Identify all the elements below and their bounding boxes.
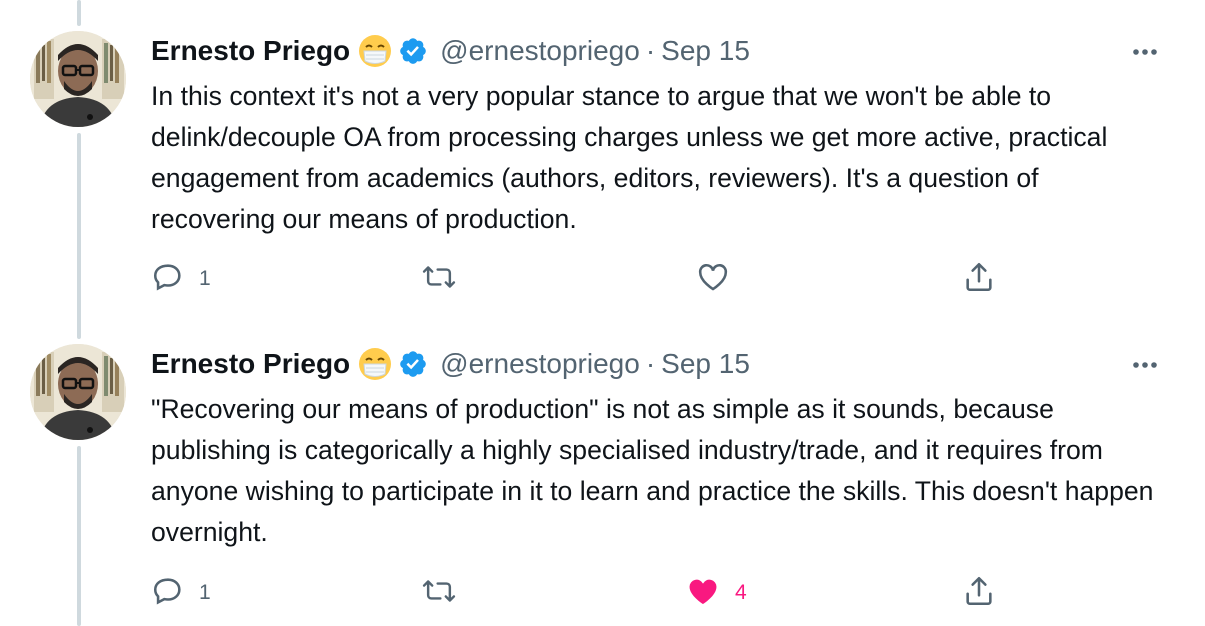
avatar[interactable] — [30, 31, 126, 127]
reply-button[interactable]: 1 — [151, 573, 211, 613]
separator-dot: · — [645, 348, 656, 379]
author-handle[interactable]: @ernestopriego — [440, 348, 640, 380]
like-button[interactable] — [695, 259, 745, 299]
heart-filled-icon — [685, 574, 721, 613]
more-dots-icon[interactable] — [1128, 35, 1162, 69]
tweet[interactable]: Ernesto Priego @ernestopriego · Sep 15 — [0, 313, 1205, 626]
tweet-text: "Recovering our means of production" is … — [151, 394, 1154, 547]
share-button[interactable] — [962, 259, 996, 299]
avatar[interactable] — [30, 344, 126, 440]
author-name[interactable]: Ernesto Priego — [151, 35, 350, 67]
tweet-header: Ernesto Priego @ernestopriego · Sep 15 — [151, 33, 750, 69]
tweet-date[interactable]: Sep 15 — [661, 348, 750, 380]
like-button[interactable]: 4 — [685, 573, 747, 613]
retweet-button[interactable] — [420, 573, 472, 613]
share-button[interactable] — [962, 573, 996, 613]
reply-count: 1 — [199, 581, 211, 604]
tweet-actions: 1 4 — [151, 573, 1011, 613]
author-handle[interactable]: @ernestopriego — [440, 35, 640, 67]
tweet-header: Ernesto Priego @ernestopriego · Sep 15 — [151, 346, 750, 382]
like-count: 4 — [735, 581, 747, 604]
face-with-medical-mask-icon — [358, 347, 392, 381]
retweet-button[interactable] — [420, 259, 472, 299]
tweet[interactable]: Ernesto Priego @ernestopriego · Sep 15 — [0, 0, 1205, 313]
tweet-text: In this context it's not a very popular … — [151, 81, 1108, 234]
retweet-icon — [420, 260, 458, 299]
share-icon — [962, 259, 996, 300]
heart-outline-icon — [695, 260, 731, 299]
verified-badge-icon — [398, 349, 428, 379]
retweet-icon — [420, 574, 458, 613]
verified-badge-icon — [398, 36, 428, 66]
tweet-date[interactable]: Sep 15 — [661, 35, 750, 67]
more-dots-icon[interactable] — [1128, 348, 1162, 382]
tweet-actions: 1 — [151, 259, 1011, 299]
reply-icon — [151, 260, 185, 299]
reply-button[interactable]: 1 — [151, 259, 211, 299]
face-with-medical-mask-icon — [358, 34, 392, 68]
reply-count: 1 — [199, 267, 211, 290]
reply-icon — [151, 574, 185, 613]
author-name[interactable]: Ernesto Priego — [151, 348, 350, 380]
share-icon — [962, 573, 996, 614]
separator-dot: · — [645, 35, 656, 66]
